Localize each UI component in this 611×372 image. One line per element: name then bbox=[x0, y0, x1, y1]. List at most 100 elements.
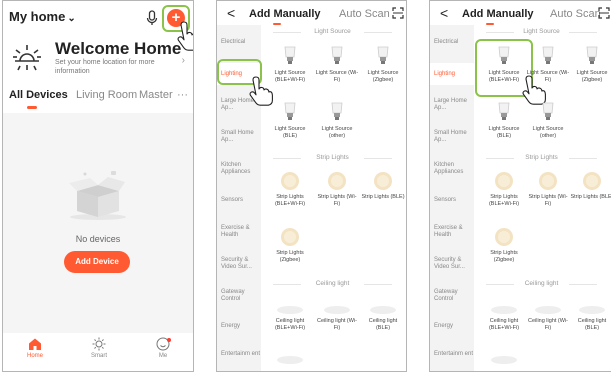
strip-light-icon bbox=[374, 172, 392, 190]
section-light-source: Light Source bbox=[263, 28, 402, 35]
nav-me[interactable]: Me bbox=[143, 337, 183, 359]
device-light-source-wifi[interactable]: Light Source (Wi-Fi) bbox=[526, 45, 570, 83]
category-small-home-appliances[interactable]: Small Home Ap... bbox=[434, 130, 474, 144]
category-entertainment[interactable]: Entertainm ent bbox=[221, 351, 261, 358]
device-light-source-other[interactable]: Light Source (other) bbox=[315, 101, 359, 139]
device-strip-lights-zigbee[interactable]: Strip Lights (Zigbee) bbox=[268, 227, 312, 263]
device-strip-lights-zigbee[interactable]: Strip Lights (Zigbee) bbox=[482, 227, 526, 263]
device-ceiling-light-ble-wifi[interactable]: Ceiling light (BLE+Wi-Fi) bbox=[268, 305, 312, 331]
nav-me-label: Me bbox=[158, 353, 168, 359]
device-light-source-ble-wifi[interactable]: Light Source (BLE+Wi-Fi) bbox=[482, 45, 526, 83]
nav-home-label: Home bbox=[26, 353, 43, 359]
device-light-source-wifi[interactable]: Light Source (Wi-Fi) bbox=[315, 45, 359, 83]
scan-icon[interactable] bbox=[392, 7, 404, 19]
tab-master[interactable]: Master bbox=[139, 89, 173, 101]
home-icon bbox=[29, 338, 41, 350]
add-manually-header: < Add Manually Auto Scan bbox=[430, 6, 611, 26]
add-manually-screen-light-source: < Add Manually Auto Scan Electrical Ligh… bbox=[429, 0, 611, 372]
device-strip-lights-ble-wifi[interactable]: Strip Lights (BLE+Wi-Fi) bbox=[268, 171, 312, 207]
strip-light-icon bbox=[583, 172, 601, 190]
nav-home[interactable]: Home bbox=[15, 337, 55, 359]
tab-living-room[interactable]: Living Room bbox=[76, 89, 137, 101]
device-ceiling-light-ble[interactable]: Ceiling light (BLE) bbox=[361, 305, 405, 331]
device-ceiling-light-ble[interactable]: Ceiling light (BLE) bbox=[570, 305, 611, 331]
home-screen: My home ⌄ + Welcome Home Set your home lo… bbox=[2, 0, 194, 372]
category-sensors[interactable]: Sensors bbox=[434, 197, 474, 204]
category-security-video[interactable]: Security & Video Sur... bbox=[434, 257, 474, 271]
tab-all-devices[interactable]: All Devices bbox=[9, 89, 68, 101]
bulb-icon bbox=[331, 102, 343, 120]
category-gateway-control[interactable]: Gateway Control bbox=[434, 289, 474, 303]
device-light-source-ble[interactable]: Light Source (BLE) bbox=[268, 101, 312, 139]
device-label: Light Source (other) bbox=[532, 126, 564, 139]
device-ceiling-light-ble-wifi[interactable]: Ceiling light (BLE+Wi-Fi) bbox=[482, 305, 526, 331]
device-strip-lights-ble[interactable]: Strip Lights (BLE) bbox=[361, 171, 405, 201]
category-security-video[interactable]: Security & Video Sur... bbox=[221, 257, 261, 271]
device-light-source-zigbee[interactable]: Light Source (Zigbee) bbox=[361, 45, 405, 83]
device-label: Light Source (Wi-Fi) bbox=[526, 70, 570, 83]
tab-auto-scan[interactable]: Auto Scan bbox=[339, 8, 390, 20]
device-light-source-other[interactable]: Light Source (other) bbox=[526, 101, 570, 139]
category-exercise-health[interactable]: Exercise & Health bbox=[434, 225, 474, 239]
category-large-home-appliances[interactable]: Large Home Ap... bbox=[434, 98, 474, 112]
nav-smart[interactable]: Smart bbox=[79, 337, 119, 359]
category-lighting[interactable]: Lighting bbox=[434, 71, 474, 78]
category-energy[interactable]: Energy bbox=[221, 323, 261, 330]
scan-icon[interactable] bbox=[598, 7, 610, 19]
device-light-source-zigbee[interactable]: Light Source (Zigbee) bbox=[570, 45, 611, 83]
device-ceiling-light-wifi[interactable]: Ceiling light (Wi-Fi) bbox=[526, 305, 570, 331]
bulb-icon bbox=[498, 102, 510, 120]
active-tab-indicator bbox=[273, 23, 281, 25]
device-label: Light Source (Zigbee) bbox=[576, 70, 608, 83]
device-light-source-ble[interactable]: Light Source (BLE) bbox=[482, 101, 526, 139]
category-gateway-control[interactable]: Gateway Control bbox=[221, 289, 261, 303]
bulb-icon bbox=[498, 46, 510, 64]
active-tab-indicator bbox=[486, 23, 494, 25]
mic-icon[interactable] bbox=[145, 10, 159, 26]
back-icon[interactable]: < bbox=[227, 6, 235, 20]
category-kitchen-appliances[interactable]: Kitchen Appliances bbox=[434, 162, 474, 176]
add-device-button[interactable]: Add Device bbox=[64, 251, 130, 273]
sun-icon bbox=[13, 45, 41, 71]
device-label: Strip Lights (Zigbee) bbox=[490, 250, 518, 263]
strip-light-icon bbox=[328, 172, 346, 190]
strip-light-icon bbox=[281, 172, 299, 190]
category-kitchen-appliances[interactable]: Kitchen Appliances bbox=[221, 162, 261, 176]
category-entertainment[interactable]: Entertainm ent bbox=[434, 351, 474, 358]
category-energy[interactable]: Energy bbox=[434, 323, 474, 330]
empty-state-text: No devices bbox=[75, 234, 121, 244]
category-small-home-appliances[interactable]: Small Home Ap... bbox=[221, 130, 261, 144]
chevron-right-icon: › bbox=[181, 55, 185, 66]
category-electrical[interactable]: Electrical bbox=[221, 39, 261, 46]
welcome-title: Welcome Home bbox=[55, 39, 182, 58]
bulb-icon bbox=[284, 46, 296, 64]
home-selector[interactable]: My home ⌄ bbox=[9, 9, 76, 24]
bulb-icon bbox=[542, 46, 554, 64]
device-strip-lights-ble-wifi[interactable]: Strip Lights (BLE+Wi-Fi) bbox=[482, 171, 526, 207]
more-icon[interactable]: ··· bbox=[177, 89, 188, 101]
device-strip-lights-ble[interactable]: Strip Lights (BLE) bbox=[570, 171, 611, 201]
add-manually-screen-lighting: < Add Manually Auto Scan Electrical Ligh… bbox=[216, 0, 407, 372]
room-tabs: All Devices Living Room Master ··· bbox=[9, 89, 189, 109]
category-sensors[interactable]: Sensors bbox=[221, 197, 261, 204]
nav-smart-label: Smart bbox=[90, 353, 107, 359]
ceiling-light-more bbox=[268, 355, 312, 368]
category-electrical[interactable]: Electrical bbox=[434, 39, 474, 46]
tab-add-manually[interactable]: Add Manually bbox=[249, 8, 321, 20]
category-exercise-health[interactable]: Exercise & Health bbox=[221, 225, 261, 239]
bottom-nav: Home Smart Me bbox=[3, 333, 193, 371]
notification-dot bbox=[167, 338, 171, 342]
device-light-source-ble-wifi[interactable]: Light Source (BLE+Wi-Fi) bbox=[268, 45, 312, 83]
welcome-card[interactable]: Welcome Home Set your home location for … bbox=[11, 37, 185, 81]
device-ceiling-light-wifi[interactable]: Ceiling light (Wi-Fi) bbox=[315, 305, 359, 331]
device-strip-lights-wifi[interactable]: Strip Lights (Wi-Fi) bbox=[526, 171, 570, 207]
tab-auto-scan[interactable]: Auto Scan bbox=[550, 8, 601, 20]
device-strip-lights-wifi[interactable]: Strip Lights (Wi-Fi) bbox=[315, 171, 359, 207]
device-label: Ceiling light (Wi-Fi) bbox=[527, 318, 569, 331]
back-icon[interactable]: < bbox=[440, 6, 448, 20]
device-label: Ceiling light (BLE+Wi-Fi) bbox=[488, 318, 520, 331]
section-light-source: Light Source bbox=[476, 28, 607, 35]
tab-add-manually[interactable]: Add Manually bbox=[462, 8, 534, 20]
smart-icon bbox=[92, 337, 106, 351]
device-label: Strip Lights (BLE+Wi-Fi) bbox=[274, 194, 306, 207]
